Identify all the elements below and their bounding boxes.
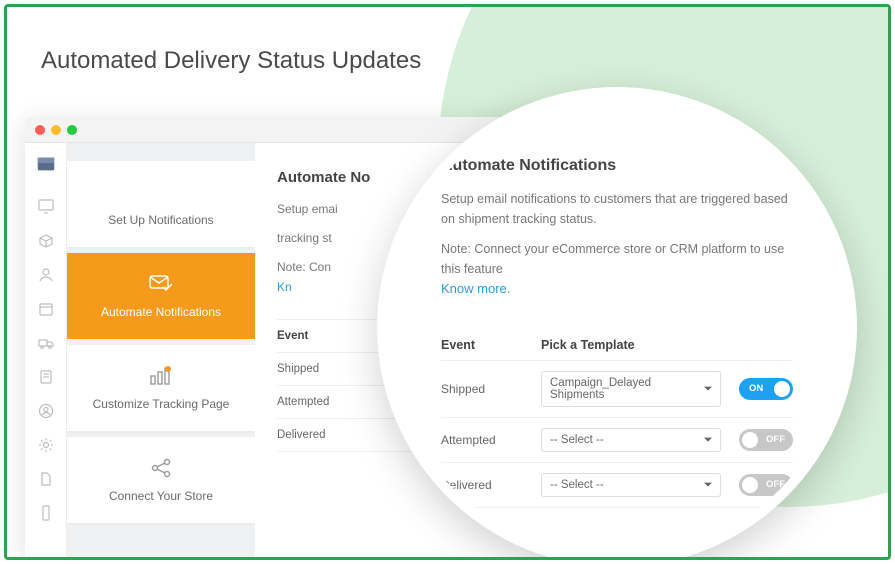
template-select-shipped[interactable]: Campaign_Delayed Shipments — [541, 371, 721, 407]
cell-event: Shipped — [441, 382, 541, 396]
settings-icon[interactable] — [38, 437, 54, 453]
icon-rail — [25, 143, 67, 560]
cell-event: Attempted — [441, 433, 541, 447]
know-more-link[interactable]: Kn — [277, 280, 292, 294]
page-title: Automated Delivery Status Updates — [41, 47, 421, 75]
magnifier-bubble: Automate Notifications Setup email notif… — [377, 87, 857, 560]
template-select-delivered[interactable]: -- Select -- — [541, 473, 721, 497]
sidebar-item-customize-tracking[interactable]: Customize Tracking Page — [67, 345, 255, 431]
share-nodes-icon — [150, 457, 172, 479]
sidebar-item-label: Automate Notifications — [101, 305, 221, 319]
toggle-delivered[interactable]: OFF — [739, 474, 793, 496]
sidebar-item-label: Set Up Notifications — [108, 213, 213, 227]
content-note: Note: Con — [277, 260, 331, 274]
package-icon[interactable] — [38, 233, 54, 249]
minimize-icon[interactable] — [51, 125, 61, 135]
clipboard-icon[interactable] — [38, 369, 54, 385]
sidebar-item-setup-notifications[interactable]: Set Up Notifications — [67, 161, 255, 247]
sidebar-item-connect-store[interactable]: Connect Your Store — [67, 437, 255, 523]
bubble-desc: Setup email notifications to customers t… — [441, 189, 793, 229]
bubble-note: Note: Connect your eCommerce store or CR… — [441, 239, 793, 300]
chart-bars-icon — [149, 365, 173, 387]
template-select-attempted[interactable]: -- Select -- — [541, 428, 721, 452]
phone-icon[interactable] — [38, 505, 54, 521]
table-row: Shipped Campaign_Delayed Shipments ON — [441, 361, 793, 418]
events-config-table: Event Pick a Template Shipped Campaign_D… — [441, 330, 793, 508]
user-circle-icon[interactable] — [38, 403, 54, 419]
settings-sidebar: Set Up Notifications Automate Notificati… — [67, 143, 255, 560]
dashboard-icon[interactable] — [38, 199, 54, 215]
bubble-heading: Automate Notifications — [441, 157, 793, 175]
file-icon[interactable] — [38, 471, 54, 487]
calendar-icon[interactable] — [38, 301, 54, 317]
sidebar-item-automate-notifications[interactable]: Automate Notifications — [67, 253, 255, 339]
col-template: Pick a Template — [541, 338, 733, 352]
truck-icon[interactable] — [38, 335, 54, 351]
customers-icon[interactable] — [38, 267, 54, 283]
close-icon[interactable] — [35, 125, 45, 135]
table-row: Delivered -- Select -- OFF — [441, 463, 793, 508]
zoom-icon[interactable] — [67, 125, 77, 135]
cell-event: Delivered — [441, 478, 541, 492]
sidebar-item-label: Connect Your Store — [109, 489, 213, 503]
toggle-attempted[interactable]: OFF — [739, 429, 793, 451]
col-event: Event — [441, 338, 541, 352]
know-more-link[interactable]: Know more. — [441, 281, 510, 296]
toggle-shipped[interactable]: ON — [739, 378, 793, 400]
sidebar-item-label: Customize Tracking Page — [93, 397, 230, 411]
mail-check-icon — [149, 273, 173, 295]
table-row: Attempted -- Select -- OFF — [441, 418, 793, 463]
app-logo — [35, 153, 57, 175]
